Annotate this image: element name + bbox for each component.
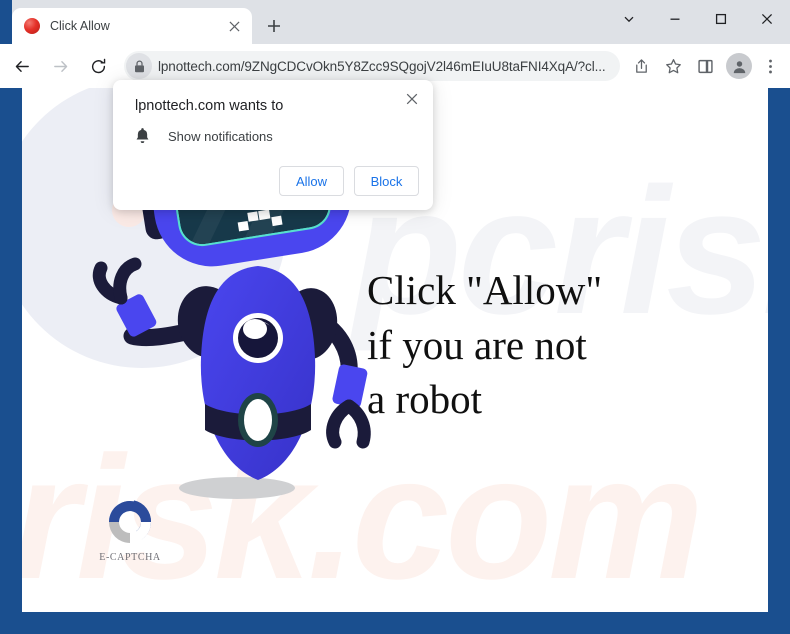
lock-icon[interactable]: [126, 53, 152, 79]
headline-line-1: Click "Allow": [367, 267, 603, 313]
allow-button[interactable]: Allow: [279, 166, 344, 196]
star-icon[interactable]: [658, 51, 688, 81]
reload-button[interactable]: [82, 50, 114, 82]
permission-dialog-title: lpnottech.com wants to: [135, 98, 284, 114]
address-bar[interactable]: lpnottech.com/9ZNgCDCvOkn5Y8Zcc9SQgojV2l…: [124, 51, 620, 81]
side-panel-icon[interactable]: [690, 51, 720, 81]
permission-option-row: Show notifications: [135, 127, 273, 145]
permission-dialog-close-icon[interactable]: [401, 88, 423, 110]
headline-line-3: a robot: [367, 376, 482, 423]
bell-icon: [135, 127, 153, 145]
back-button[interactable]: [6, 50, 38, 82]
maximize-button[interactable]: [698, 0, 744, 38]
minimize-button[interactable]: [652, 0, 698, 38]
permission-dialog-actions: Allow Block: [279, 166, 419, 196]
forward-button[interactable]: [44, 50, 76, 82]
block-button[interactable]: Block: [354, 166, 419, 196]
tab-search-button[interactable]: [606, 0, 652, 38]
tab-close-icon[interactable]: [222, 14, 246, 38]
browser-tab[interactable]: Click Allow: [12, 8, 252, 44]
notification-permission-dialog: lpnottech.com wants to Show notification…: [113, 80, 433, 210]
close-button[interactable]: [744, 0, 790, 38]
c-arc-logo-icon: [104, 496, 156, 548]
tab-title: Click Allow: [50, 19, 110, 33]
ecaptcha-logo: E-CAPTCHA: [84, 496, 176, 563]
headline-line-2: if you are not: [367, 321, 587, 368]
favicon-icon: [24, 18, 40, 34]
browser-window: Click Allow lpnottech.com/9ZNgCDCvOkn5Y8…: [0, 0, 790, 634]
permission-option-label: Show notifications: [168, 128, 273, 144]
share-icon[interactable]: [626, 51, 656, 81]
url-text: lpnottech.com/9ZNgCDCvOkn5Y8Zcc9SQgojV2l…: [158, 58, 606, 74]
ecaptcha-label: E-CAPTCHA: [99, 552, 161, 563]
page-title: Click "Allow" if you are not a robot: [367, 263, 697, 427]
new-tab-button[interactable]: [260, 12, 288, 40]
three-dot-menu-icon[interactable]: [756, 51, 784, 81]
profile-avatar-icon[interactable]: [726, 53, 752, 79]
tab-strip: Click Allow: [0, 0, 790, 44]
tabstrip-left-padding: [0, 0, 12, 44]
window-controls: [606, 0, 790, 38]
